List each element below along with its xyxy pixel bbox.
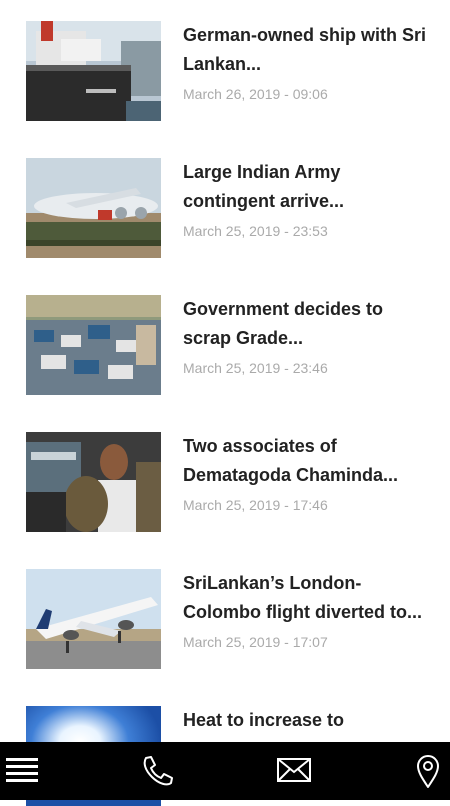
phone-icon: [143, 756, 173, 786]
mail-icon: [277, 758, 311, 782]
article-thumbnail-ship[interactable]: [26, 21, 161, 121]
article-thumbnail-police[interactable]: [26, 432, 161, 532]
article-title[interactable]: German-owned ship with Sri Lankan...: [183, 21, 433, 79]
article-date: March 25, 2019 - 17:07: [183, 634, 328, 650]
article-date: March 25, 2019 - 23:53: [183, 223, 328, 239]
news-item[interactable]: Two associates of Dematagoda Chaminda...…: [26, 432, 436, 532]
news-item[interactable]: German-owned ship with Sri Lankan... Mar…: [26, 21, 436, 121]
article-title[interactable]: Large Indian Army contingent arrive...: [183, 158, 433, 216]
article-title[interactable]: Two associates of Dematagoda Chaminda...: [183, 432, 433, 490]
article-date: March 25, 2019 - 17:46: [183, 497, 328, 513]
article-thumbnail-airliner[interactable]: [26, 569, 161, 669]
location-button[interactable]: [408, 752, 448, 790]
bottom-navigation-bar: [0, 742, 450, 800]
article-title[interactable]: Government decides to scrap Grade...: [183, 295, 433, 353]
article-thumbnail-aircraft[interactable]: [26, 158, 161, 258]
news-item[interactable]: Government decides to scrap Grade... Mar…: [26, 295, 436, 395]
article-thumbnail-exam-hall[interactable]: [26, 295, 161, 395]
location-pin-icon: [417, 755, 439, 788]
article-date: March 25, 2019 - 23:46: [183, 360, 328, 376]
news-item[interactable]: SriLankan’s London-Colombo flight divert…: [26, 569, 436, 669]
mail-button[interactable]: [275, 752, 315, 790]
article-title[interactable]: SriLankan’s London-Colombo flight divert…: [183, 569, 433, 627]
menu-icon: [6, 758, 38, 782]
phone-button[interactable]: [137, 752, 177, 790]
news-item[interactable]: Large Indian Army contingent arrive... M…: [26, 158, 436, 258]
menu-button[interactable]: [4, 752, 44, 790]
article-date: March 26, 2019 - 09:06: [183, 86, 328, 102]
